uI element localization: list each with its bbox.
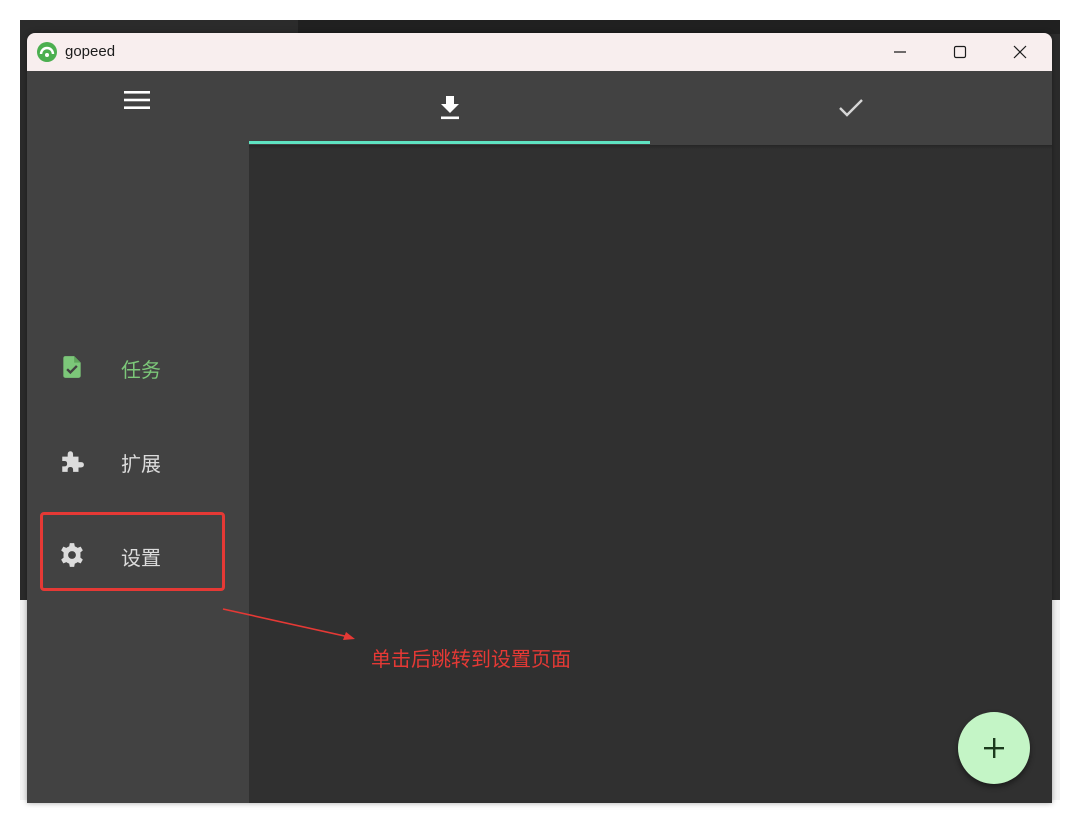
tab-downloading[interactable] bbox=[249, 71, 650, 145]
screenshot-root: gopeed 任务 扩展 设置 单击后跳转到设置页面 bbox=[0, 0, 1080, 823]
gopeed-logo-icon bbox=[37, 42, 57, 62]
download-icon bbox=[440, 96, 459, 120]
menu-button[interactable] bbox=[119, 85, 155, 115]
annotation-arrow-icon bbox=[222, 608, 355, 640]
tab-indicator bbox=[249, 141, 650, 144]
background-window-strip bbox=[298, 20, 1060, 34]
sidebar-item-extensions[interactable]: 扩展 bbox=[43, 432, 233, 488]
puzzle-icon bbox=[62, 451, 84, 472]
minimize-icon bbox=[894, 51, 906, 53]
close-button[interactable] bbox=[991, 33, 1049, 71]
sidebar-item-label: 扩展 bbox=[121, 452, 161, 476]
task-file-check-icon bbox=[63, 356, 81, 378]
settings-highlight-box bbox=[40, 512, 225, 591]
hamburger-menu-icon bbox=[124, 91, 150, 109]
close-icon bbox=[1013, 45, 1027, 59]
add-task-button[interactable] bbox=[958, 712, 1030, 784]
navigation-sidebar: 任务 扩展 设置 bbox=[27, 71, 249, 803]
tab-completed[interactable] bbox=[650, 71, 1051, 145]
sidebar-item-tasks[interactable]: 任务 bbox=[43, 338, 233, 394]
window-title: gopeed bbox=[65, 43, 116, 60]
gopeed-window: gopeed 任务 扩展 设置 bbox=[27, 33, 1052, 803]
annotation-text: 单击后跳转到设置页面 bbox=[371, 647, 571, 671]
maximize-button[interactable] bbox=[931, 33, 989, 71]
minimize-button[interactable] bbox=[871, 33, 929, 71]
title-bar[interactable]: gopeed bbox=[27, 33, 1052, 71]
sidebar-item-label: 任务 bbox=[121, 358, 161, 382]
plus-icon bbox=[984, 738, 1004, 758]
check-icon bbox=[838, 99, 863, 117]
task-list-area bbox=[249, 149, 1052, 803]
maximize-icon bbox=[953, 45, 967, 59]
tab-bar bbox=[249, 71, 1052, 145]
